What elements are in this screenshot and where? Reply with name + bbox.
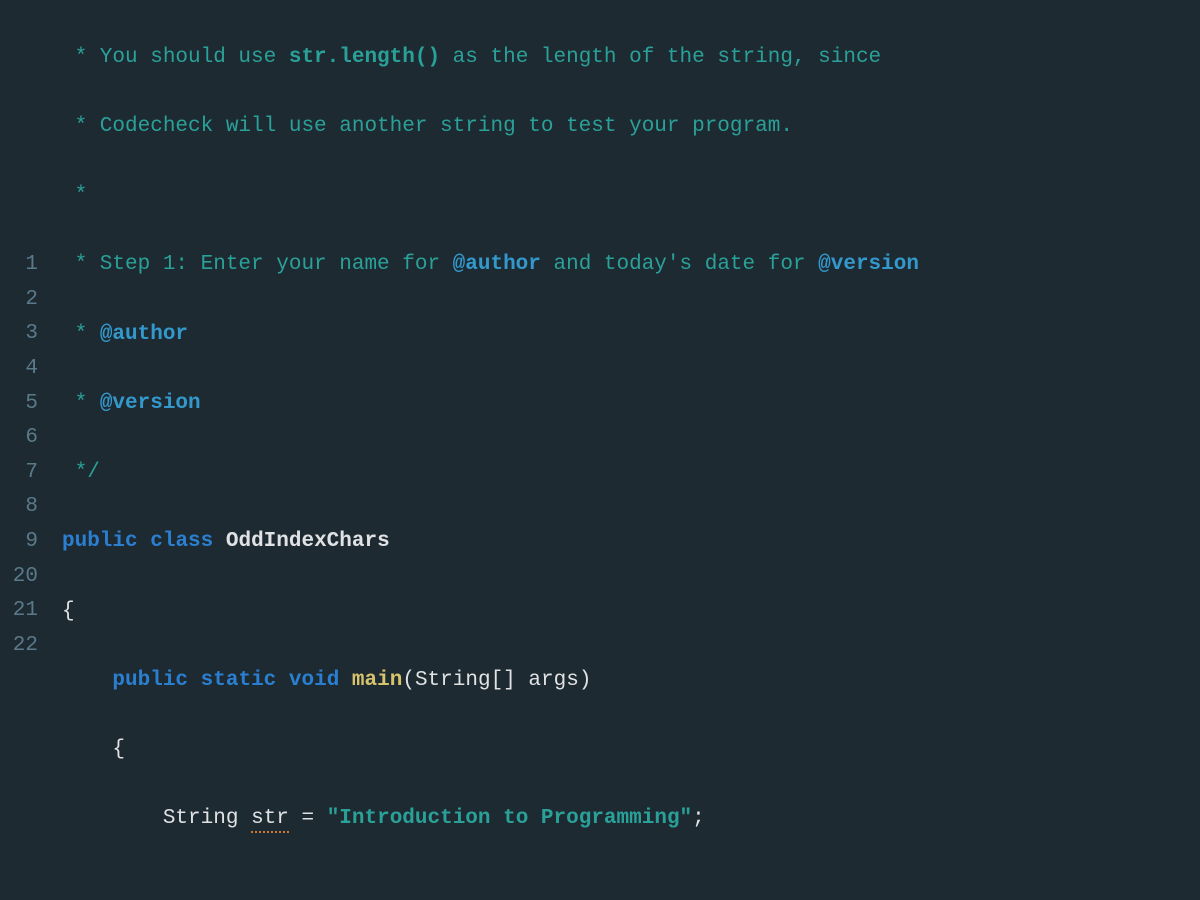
line-number: [0, 6, 38, 41]
line-number: [0, 41, 38, 76]
code-line[interactable]: {: [62, 733, 1200, 768]
line-number: [0, 144, 38, 179]
array-brackets: []: [491, 669, 516, 692]
doc-comment: and today's date for: [541, 253, 818, 276]
doc-comment: *: [62, 184, 87, 207]
code-area[interactable]: * You should use str.length() as the len…: [46, 0, 1200, 900]
keyword-static: static: [201, 669, 277, 692]
code-line[interactable]: public static void main(String[] args): [62, 664, 1200, 699]
javadoc-tag-version: @version: [100, 392, 201, 415]
keyword-public: public: [112, 669, 188, 692]
code-line[interactable]: * You should use str.length() as the len…: [62, 41, 1200, 76]
doc-comment: * Step 1: Enter your name for: [62, 253, 453, 276]
space: [276, 669, 289, 692]
code-line[interactable]: * @author: [62, 318, 1200, 353]
code-line[interactable]: [62, 871, 1200, 900]
equals: =: [289, 807, 327, 830]
code-line[interactable]: * Codecheck will use another string to t…: [62, 110, 1200, 145]
code-line[interactable]: *: [62, 179, 1200, 214]
keyword-public: public: [62, 530, 138, 553]
code-line[interactable]: {: [62, 595, 1200, 630]
javadoc-tag-author: @author: [100, 323, 188, 346]
semicolon: ;: [692, 807, 705, 830]
line-number: 8: [0, 490, 38, 525]
line-number: 21: [0, 594, 38, 629]
doc-comment: *: [62, 323, 100, 346]
code-editor[interactable]: 1 2 3 4 5 6 7 8 9 20 21 22 * You should …: [0, 0, 1200, 900]
code-line[interactable]: String str = "Introduction to Programmin…: [62, 802, 1200, 837]
class-name: OddIndexChars: [226, 530, 390, 553]
paren: ): [579, 669, 592, 692]
line-number: 9: [0, 525, 38, 560]
doc-comment-close: */: [62, 461, 100, 484]
variable-str: str: [251, 807, 289, 833]
code-line[interactable]: */: [62, 456, 1200, 491]
line-number: 7: [0, 456, 38, 491]
string-literal: "Introduction to Programming": [327, 807, 692, 830]
paren: (: [402, 669, 415, 692]
brace: {: [62, 600, 75, 623]
javadoc-tag: @version: [818, 253, 919, 276]
javadoc-tag: @author: [453, 253, 541, 276]
space: [138, 530, 151, 553]
keyword-void: void: [289, 669, 339, 692]
line-number: [0, 214, 38, 249]
line-number: 1: [0, 248, 38, 283]
space: [339, 669, 352, 692]
line-number: 3: [0, 317, 38, 352]
line-number: [0, 110, 38, 145]
brace: {: [112, 738, 125, 761]
doc-comment: as the length of the string, since: [440, 46, 881, 69]
doc-comment: * You should use: [62, 46, 289, 69]
doc-comment: *: [62, 392, 100, 415]
line-number-gutter: 1 2 3 4 5 6 7 8 9 20 21 22: [0, 0, 46, 900]
param-args: args: [516, 669, 579, 692]
line-number: 4: [0, 352, 38, 387]
code-line[interactable]: * Step 1: Enter your name for @author an…: [62, 248, 1200, 283]
method-name: main: [352, 669, 402, 692]
code-line[interactable]: * @version: [62, 387, 1200, 422]
keyword-class: class: [150, 530, 213, 553]
space: [213, 530, 226, 553]
line-number: 6: [0, 421, 38, 456]
line-number: 5: [0, 387, 38, 422]
space: [238, 807, 251, 830]
line-number: [0, 179, 38, 214]
line-number: 2: [0, 283, 38, 318]
line-number: 20: [0, 560, 38, 595]
type-string: String: [415, 669, 491, 692]
code-line[interactable]: public class OddIndexChars: [62, 525, 1200, 560]
doc-comment-code: str.length(): [289, 46, 440, 69]
space: [188, 669, 201, 692]
doc-comment: * Codecheck will use another string to t…: [62, 115, 793, 138]
type-string: String: [163, 807, 239, 830]
line-number: 22: [0, 629, 38, 664]
line-number: [0, 75, 38, 110]
